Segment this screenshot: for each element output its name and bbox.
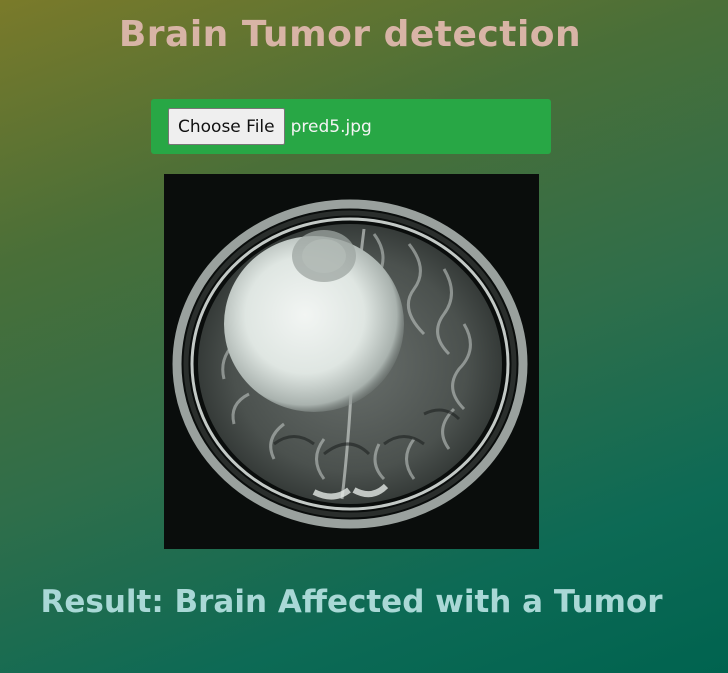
selected-file-name: pred5.jpg <box>290 116 372 137</box>
file-upload-bar: Choose File pred5.jpg <box>151 99 551 154</box>
mri-scan-image <box>164 174 539 549</box>
mri-scan-illustration <box>164 174 539 549</box>
prediction-result: Result: Brain Affected with a Tumor <box>40 584 663 620</box>
page-title: Brain Tumor detection <box>118 14 582 55</box>
choose-file-button[interactable]: Choose File <box>168 108 285 145</box>
